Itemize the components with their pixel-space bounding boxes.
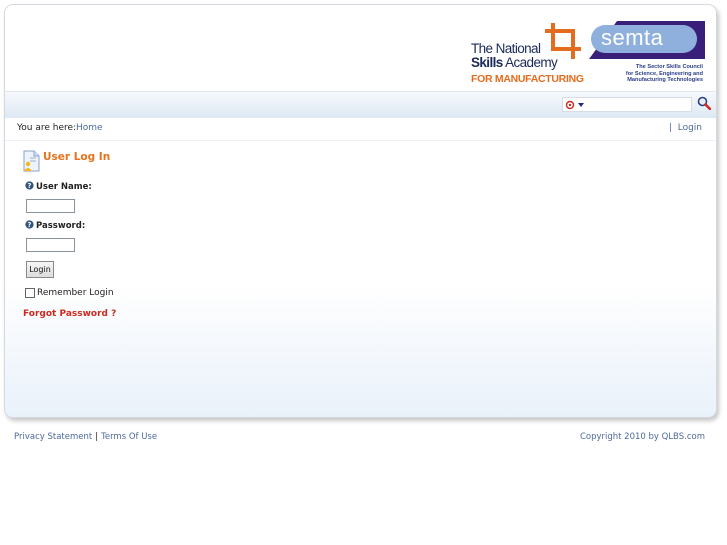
breadcrumb-label: You are here: xyxy=(17,123,77,133)
username-label: ? User Name: xyxy=(25,181,92,192)
national-skills-academy-logo[interactable]: The National Skills Academy FOR MANUFACT… xyxy=(471,21,587,85)
svg-text:?: ? xyxy=(28,221,32,229)
login-button[interactable]: Login xyxy=(26,261,54,278)
footer-links: Privacy Statement | Terms Of Use xyxy=(14,432,157,442)
logo-line-2-bold: Skills xyxy=(471,55,503,70)
search-input[interactable] xyxy=(589,99,689,110)
breadcrumb-separator: | xyxy=(668,123,672,133)
terms-of-use-link[interactable]: Terms Of Use xyxy=(101,432,157,442)
logo-line-1: The National xyxy=(471,41,541,56)
semta-tagline-line: The Sector Skills Council xyxy=(635,64,703,70)
semta-wordmark: semta xyxy=(601,25,664,50)
logo-line-3: FOR MANUFACTURING xyxy=(471,73,584,85)
breadcrumb-home-link[interactable]: Home xyxy=(76,123,103,133)
help-icon[interactable]: ? xyxy=(25,181,34,190)
toolbar xyxy=(5,91,716,119)
username-label-text: User Name: xyxy=(36,182,92,192)
semta-tagline: The Sector Skills Council for Science, E… xyxy=(626,64,703,84)
footer-separator: | xyxy=(95,432,99,442)
user-document-icon xyxy=(23,150,40,172)
password-input[interactable] xyxy=(26,238,75,252)
help-icon[interactable]: ? xyxy=(25,220,34,229)
breadcrumb: You are here: Home | Login xyxy=(5,118,716,141)
remember-login-label[interactable]: Remember Login xyxy=(37,288,114,298)
main-content: User Log In ? User Name: ? Password: Login… xyxy=(5,141,716,417)
password-label-text: Password: xyxy=(36,221,86,231)
semta-tagline-line: Manufacturing Technologies xyxy=(627,77,703,84)
magnifier-icon[interactable] xyxy=(697,96,711,110)
remember-login-checkbox[interactable] xyxy=(25,288,35,298)
header-login-area: | Login xyxy=(669,123,702,133)
crop-mark-icon xyxy=(545,23,581,59)
svg-text:?: ? xyxy=(28,182,32,190)
page-title: User Log In xyxy=(43,151,111,163)
header-login-link[interactable]: Login xyxy=(678,123,702,133)
page-frame: The National Skills Academy FOR MANUFACT… xyxy=(4,4,717,418)
privacy-statement-link[interactable]: Privacy Statement xyxy=(14,432,92,442)
semta-logo[interactable]: semta The Sector Skills Council for Scie… xyxy=(589,21,705,87)
search-box xyxy=(562,97,692,112)
semta-tagline-line: for Science, Engineering and xyxy=(625,70,703,77)
copyright-text: Copyright 2010 by QLBS.com xyxy=(579,432,705,442)
username-input[interactable] xyxy=(26,199,75,213)
forgot-password-link[interactable]: Forgot Password ? xyxy=(23,309,116,319)
search-scope-icon[interactable] xyxy=(565,100,587,110)
site-header: The National Skills Academy FOR MANUFACT… xyxy=(5,5,716,91)
password-label: ? Password: xyxy=(25,220,85,231)
